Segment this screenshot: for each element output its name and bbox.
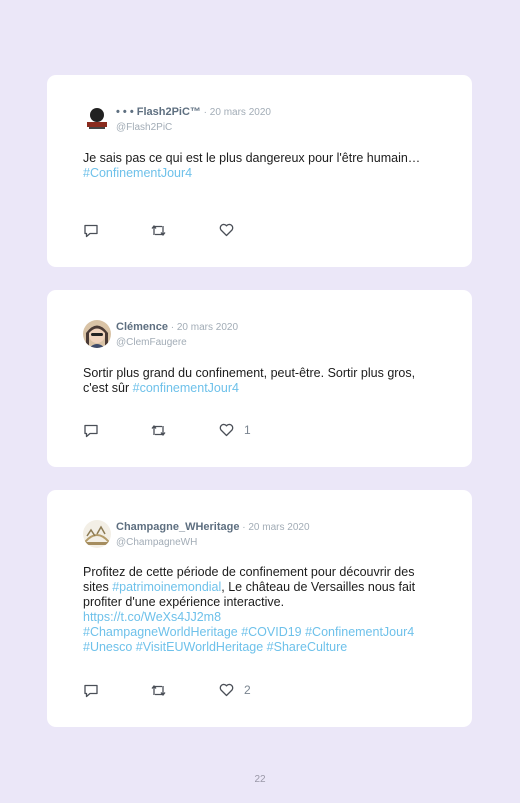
- tweet-header: Champagne_WHeritage · 20 mars 2020 @Cham…: [83, 518, 310, 550]
- user-handle[interactable]: @ChampagneWH: [116, 535, 310, 550]
- tweet-header: • • • Flash2PiC™ · 20 mars 2020 @Flash2P…: [83, 103, 271, 135]
- tweet-card: Champagne_WHeritage · 20 mars 2020 @Cham…: [47, 490, 472, 727]
- hashtag-link[interactable]: #patrimoinemondial: [112, 580, 221, 594]
- tweet-text: Sortir plus grand du confinement, peut-ê…: [83, 366, 442, 396]
- tweet-text: Je sais pas ce qui est le plus dangereux…: [83, 151, 442, 181]
- like-button[interactable]: 1: [219, 423, 251, 437]
- like-icon: [219, 683, 234, 697]
- display-name[interactable]: Clémence: [116, 321, 168, 333]
- hashtag-link[interactable]: #confinementJour4: [133, 381, 239, 395]
- tweet-actions: 2: [83, 683, 333, 699]
- user-handle[interactable]: @ClemFaugere: [116, 335, 238, 350]
- retweet-button[interactable]: [150, 223, 167, 238]
- tweet-card: Clémence · 20 mars 2020 @ClemFaugere Sor…: [47, 290, 472, 467]
- tweet-actions: 1: [83, 423, 333, 439]
- reply-button[interactable]: [83, 223, 99, 238]
- reply-icon: [83, 683, 99, 698]
- hashtag-link[interactable]: #ConfinementJour4: [83, 166, 192, 180]
- like-count: 2: [244, 683, 251, 697]
- tweet-date[interactable]: 20 mars 2020: [248, 522, 309, 533]
- tweet-card: • • • Flash2PiC™ · 20 mars 2020 @Flash2P…: [47, 75, 472, 267]
- display-name[interactable]: Champagne_WHeritage: [116, 521, 239, 533]
- avatar[interactable]: [83, 520, 111, 548]
- like-icon: [219, 223, 234, 237]
- reply-button[interactable]: [83, 423, 99, 438]
- retweet-icon: [150, 223, 167, 238]
- hashtag-link[interactable]: #Unesco #VisitEUWorldHeritage #ShareCult…: [83, 640, 347, 654]
- avatar[interactable]: [83, 105, 111, 133]
- tweet-date[interactable]: 20 mars 2020: [177, 322, 238, 333]
- reply-button[interactable]: [83, 683, 99, 698]
- separator: ·: [167, 322, 177, 333]
- tweet-actions: [83, 223, 333, 239]
- page-number: 22: [254, 774, 266, 785]
- like-icon: [219, 423, 234, 437]
- tweet-date[interactable]: 20 mars 2020: [210, 107, 271, 118]
- tweet-header: Clémence · 20 mars 2020 @ClemFaugere: [83, 318, 238, 350]
- retweet-button[interactable]: [150, 423, 167, 438]
- reply-icon: [83, 423, 99, 438]
- retweet-icon: [150, 683, 167, 698]
- retweet-icon: [150, 423, 167, 438]
- tweet-text: Profitez de cette période de confinement…: [83, 565, 442, 655]
- text-segment: Je sais pas ce qui est le plus dangereux…: [83, 151, 421, 165]
- like-button[interactable]: 2: [219, 683, 251, 697]
- like-count: 1: [244, 423, 251, 437]
- like-button[interactable]: [219, 223, 244, 237]
- url-link[interactable]: https://t.co/WeXs4JJ2m8: [83, 610, 221, 624]
- separator: ·: [200, 107, 210, 118]
- hashtag-link[interactable]: #ChampagneWorldHeritage #COVID19 #Confin…: [83, 625, 414, 639]
- retweet-button[interactable]: [150, 683, 167, 698]
- user-handle[interactable]: @Flash2PiC: [116, 120, 271, 135]
- display-name[interactable]: • • • Flash2PiC™: [116, 106, 201, 118]
- reply-icon: [83, 223, 99, 238]
- avatar[interactable]: [83, 320, 111, 348]
